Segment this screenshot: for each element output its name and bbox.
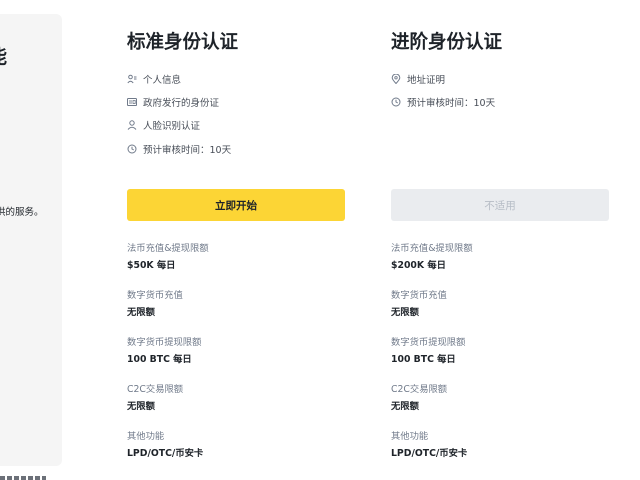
requirement-item: 预计审核时间：10天 — [127, 137, 345, 160]
limit-label: 其他功能 — [391, 431, 429, 442]
limit-value: LPD/OTC/币安卡 — [391, 448, 468, 459]
person-info-icon — [127, 74, 137, 84]
bottom-decoration — [0, 476, 46, 480]
clock-icon — [127, 144, 137, 154]
requirement-item: 预计审核时间：10天 — [391, 90, 609, 113]
limit-label: 其他功能 — [127, 431, 165, 442]
limit-value: 无限额 — [391, 401, 419, 412]
limit-item: C2C交易限额 无限额 — [127, 381, 345, 428]
limit-value: 无限额 — [127, 401, 155, 412]
limit-value: $50K 每日 — [127, 260, 176, 271]
left-panel-description: 供的服务。 — [0, 207, 44, 218]
limit-item: 其他功能 LPD/OTC/币安卡 — [391, 428, 609, 475]
advanced-card-title: 进阶身份认证 — [391, 32, 503, 53]
limit-label: C2C交易限额 — [391, 384, 448, 395]
start-now-button[interactable]: 立即开始 — [127, 189, 345, 221]
limit-value: $200K 每日 — [391, 260, 446, 271]
standard-card-title: 标准身份认证 — [127, 32, 239, 53]
advanced-verification-card: 进阶身份认证 地址证明 预计审核时间：10天 不适用 法币充值&提现限额 $20… — [391, 30, 609, 475]
requirement-label: 预计审核时间：10天 — [143, 144, 232, 156]
requirement-item: 个人信息 — [127, 67, 345, 90]
limit-label: 数字货币充值 — [391, 290, 447, 301]
requirement-label: 预计审核时间：10天 — [407, 98, 496, 110]
limit-item: C2C交易限额 无限额 — [391, 381, 609, 428]
advanced-requirements-list: 地址证明 预计审核时间：10天 — [391, 67, 609, 189]
limit-item: 数字货币提现限额 100 BTC 每日 — [391, 334, 609, 381]
limit-value: 100 BTC 每日 — [391, 354, 456, 365]
id-card-icon — [127, 97, 137, 107]
left-panel-title: 能 — [0, 42, 7, 69]
limit-item: 其他功能 LPD/OTC/币安卡 — [127, 428, 345, 475]
limit-label: 数字货币提现限额 — [127, 337, 202, 348]
requirement-label: 个人信息 — [143, 74, 182, 86]
limit-value: 100 BTC 每日 — [127, 354, 192, 365]
advanced-limits-list: 法币充值&提现限额 $200K 每日 数字货币充值 无限额 数字货币提现限额 1… — [391, 240, 609, 475]
limit-item: 数字货币充值 无限额 — [127, 287, 345, 334]
limit-item: 数字货币提现限额 100 BTC 每日 — [127, 334, 345, 381]
limit-label: C2C交易限额 — [127, 384, 184, 395]
requirement-label: 地址证明 — [407, 74, 446, 86]
requirement-label: 人脸识别认证 — [143, 121, 201, 133]
standard-limits-list: 法币充值&提现限额 $50K 每日 数字货币充值 无限额 数字货币提现限额 10… — [127, 240, 345, 475]
limit-label: 法币充值&提现限额 — [391, 243, 473, 254]
location-pin-icon — [391, 73, 401, 84]
limit-label: 数字货币提现限额 — [391, 337, 466, 348]
limit-label: 数字货币充值 — [127, 290, 183, 301]
requirement-item: 地址证明 — [391, 67, 609, 90]
not-applicable-button[interactable]: 不适用 — [391, 189, 609, 221]
standard-verification-card: 标准身份认证 个人信息 政府发行的身份证 人脸识别认证 预计审核时间：10天 立… — [127, 30, 345, 475]
left-panel: 能 供的服务。 — [0, 14, 62, 466]
face-person-icon — [127, 120, 137, 131]
limit-value: 无限额 — [391, 307, 419, 318]
standard-requirements-list: 个人信息 政府发行的身份证 人脸识别认证 预计审核时间：10天 — [127, 67, 345, 189]
clock-icon — [391, 97, 401, 107]
requirement-item: 政府发行的身份证 — [127, 90, 345, 113]
limit-value: 无限额 — [127, 307, 155, 318]
limit-item: 法币充值&提现限额 $200K 每日 — [391, 240, 609, 287]
requirement-item: 人脸识别认证 — [127, 114, 345, 137]
limit-item: 数字货币充值 无限额 — [391, 287, 609, 334]
limit-item: 法币充值&提现限额 $50K 每日 — [127, 240, 345, 287]
limit-value: LPD/OTC/币安卡 — [127, 448, 204, 459]
requirement-label: 政府发行的身份证 — [143, 98, 220, 110]
limit-label: 法币充值&提现限额 — [127, 243, 209, 254]
